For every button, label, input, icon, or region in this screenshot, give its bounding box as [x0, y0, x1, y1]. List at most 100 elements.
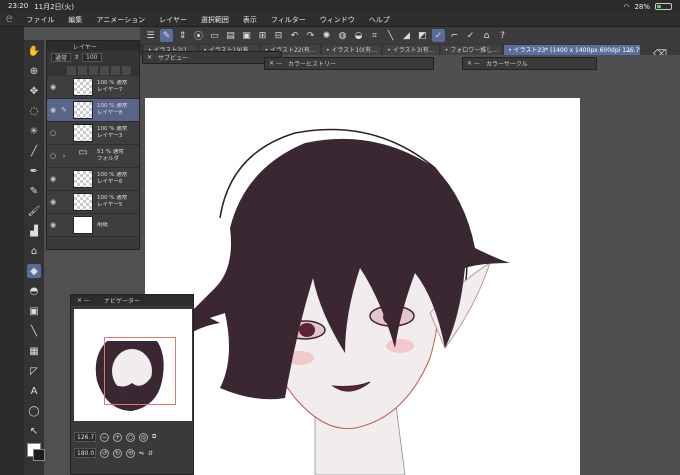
canvas-area[interactable] [140, 55, 680, 475]
eye-icon[interactable]: ◉ [47, 221, 59, 229]
menu-window[interactable]: ウィンドウ [320, 15, 355, 25]
snap-grid-icon[interactable]: ◩ [416, 29, 429, 42]
eyedropper-icon[interactable]: ╱ [27, 144, 41, 158]
rotate-left-icon[interactable]: ↺ [100, 448, 109, 458]
menu-file[interactable]: ファイル [26, 15, 54, 25]
doc-tab[interactable]: • イラスト3(有… [383, 44, 439, 55]
navigator-preview[interactable] [74, 309, 192, 421]
pencil-icon[interactable]: ✎ [27, 184, 41, 198]
layer-row[interactable]: ◉ 用紙 [47, 214, 139, 237]
drawing-mode-icon[interactable]: ✎ [160, 29, 173, 42]
line-icon[interactable]: ✓ [464, 29, 477, 42]
save-icon[interactable]: ▣ [240, 29, 253, 42]
fill-icon[interactable]: ◓ [27, 284, 41, 298]
zoom-in-icon[interactable]: + [113, 432, 122, 442]
sweep-icon[interactable]: ⌐ [448, 29, 461, 42]
mask-icon[interactable] [122, 65, 131, 75]
tab-overflow-chevron-icon[interactable]: ⌄ [626, 45, 633, 54]
draft-icon[interactable] [89, 65, 98, 75]
color-circle-palette[interactable]: ✕ — カラーサークル [462, 57, 597, 70]
layer-row[interactable]: ○ › ▭ 51 % 通常 フォルダ [47, 145, 139, 168]
sub-color-swatch[interactable] [33, 449, 45, 461]
subview-palette[interactable]: ✕ サブビュー [142, 51, 282, 64]
zoom-out-icon[interactable]: − [100, 432, 109, 442]
undo-icon[interactable]: ↶ [288, 29, 301, 42]
pen-pressure-icon[interactable]: ⌂ [480, 29, 493, 42]
layer-row[interactable]: ◉ 100 % 通常 レイヤー6 [47, 168, 139, 191]
correction-icon[interactable]: ↖ [27, 424, 41, 438]
opacity-field[interactable]: 100 [82, 53, 102, 62]
clip-icon[interactable] [67, 65, 76, 75]
menu-toggle-icon[interactable]: ☰ [144, 29, 157, 42]
rotate-right-icon[interactable]: ↻ [113, 448, 122, 458]
close-icon[interactable]: ✕ — [467, 60, 480, 67]
fill-select-icon[interactable]: ◒ [352, 29, 365, 42]
hand-icon[interactable]: ✋ [27, 44, 41, 58]
move-icon[interactable]: ✥ [27, 84, 41, 98]
frame-icon[interactable]: ▦ [27, 344, 41, 358]
balloon-icon[interactable]: ◯ [27, 404, 41, 418]
ruler-icon[interactable]: ◸ [27, 364, 41, 378]
blend-mode-select[interactable]: 通常 [51, 53, 72, 62]
close-icon[interactable]: ✕ [147, 54, 152, 61]
help-icon[interactable]: ? [496, 29, 509, 42]
figure-icon[interactable]: ╲ [27, 324, 41, 338]
lock-alpha-icon[interactable] [111, 65, 120, 75]
eye-icon[interactable]: ◉ [47, 198, 59, 206]
layer-row[interactable]: ○ 100 % 通常 レイヤー3 [47, 122, 139, 145]
menu-selection[interactable]: 選択範囲 [201, 15, 229, 25]
eye-icon[interactable]: ◉ [47, 83, 59, 91]
pen-icon[interactable]: ✒ [27, 164, 41, 178]
menu-view[interactable]: 表示 [243, 15, 257, 25]
drawing-canvas[interactable] [145, 98, 580, 475]
menu-filter[interactable]: フィルター [271, 15, 306, 25]
new-file-icon[interactable]: ▭ [208, 29, 221, 42]
opacity-spinner-icon[interactable]: ⇕ [74, 54, 79, 61]
menu-edit[interactable]: 編集 [68, 15, 82, 25]
open-icon[interactable]: ▤ [224, 29, 237, 42]
eraser-icon[interactable]: ⌂ [27, 244, 41, 258]
layer-row[interactable]: ◉ ✎ 100 % 通常 レイヤー8 [47, 99, 139, 122]
flip-vertical-icon[interactable]: ⇵ [148, 450, 153, 457]
lasso-icon[interactable]: ◌ [27, 104, 41, 118]
layer-row[interactable]: ◉ 100 % 通常 レイヤー5 [47, 191, 139, 214]
flip-horizontal-icon[interactable]: ⇋ [139, 450, 144, 457]
app-logo-icon[interactable]: ᘓ [6, 15, 12, 25]
clear-icon[interactable]: ◍ [336, 29, 349, 42]
brush-icon[interactable]: 🖌 [27, 204, 41, 218]
print-icon[interactable]: ⊟ [272, 29, 285, 42]
layer-row[interactable]: ◉ 100 % 通常 レイヤー7 [47, 76, 139, 99]
close-icon[interactable]: ✕ — [77, 297, 90, 304]
eye-icon[interactable]: ○ [47, 129, 59, 137]
snap-special-icon[interactable]: ◢ [400, 29, 413, 42]
zoom-value[interactable]: 126.7 [74, 432, 96, 442]
menu-help[interactable]: ヘルプ [369, 15, 390, 25]
transform-icon[interactable]: ⌗ [368, 29, 381, 42]
edit-target-icon[interactable]: ✎ [59, 106, 69, 114]
redo-icon[interactable]: ↷ [304, 29, 317, 42]
eye-icon[interactable]: ○ [47, 152, 59, 160]
fit-icon[interactable]: ◎ [139, 432, 148, 442]
airbrush-icon[interactable]: ▟ [27, 224, 41, 238]
actual-size-icon[interactable]: ○ [126, 432, 135, 442]
snap-ruler-icon[interactable]: ╲ [384, 29, 397, 42]
lock-icon[interactable] [100, 65, 109, 75]
gradient-icon[interactable]: ▣ [27, 304, 41, 318]
doc-tab[interactable]: • フォロワー推し… [440, 44, 503, 55]
export-icon[interactable]: ⊞ [256, 29, 269, 42]
menu-layer[interactable]: レイヤー [159, 15, 187, 25]
spinner-icon[interactable]: ⇕ [176, 29, 189, 42]
eye-icon[interactable]: ◉ [47, 106, 59, 114]
eye-icon[interactable]: ◉ [47, 175, 59, 183]
loading-icon[interactable]: ✺ [320, 29, 333, 42]
record-icon[interactable]: ⦿ [192, 29, 205, 42]
navigator-view-frame[interactable] [104, 337, 176, 405]
close-icon[interactable]: ✕ — [269, 60, 282, 67]
check-icon[interactable]: ✓ [432, 29, 445, 42]
blend-tool-icon[interactable]: ◆ [27, 264, 41, 278]
doc-tab[interactable]: • イラスト10(有… [321, 44, 382, 55]
text-icon[interactable]: A [27, 384, 41, 398]
rotation-value[interactable]: 180.0 [74, 448, 96, 458]
reference-icon[interactable] [78, 65, 87, 75]
magic-wand-icon[interactable]: ✳ [27, 124, 41, 138]
